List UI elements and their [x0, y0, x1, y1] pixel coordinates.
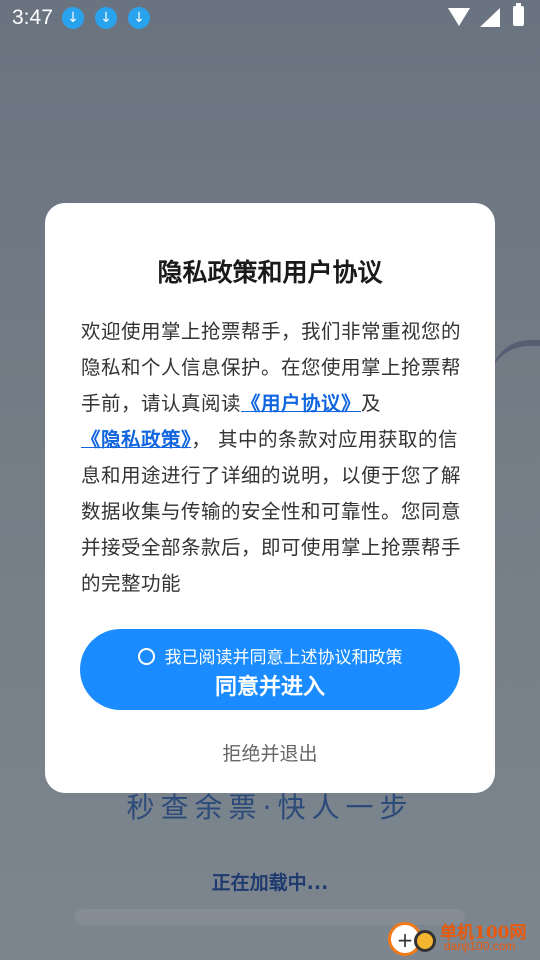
cellular-signal-icon — [480, 8, 500, 27]
site-watermark: + 单机100网 danji100.com — [388, 918, 538, 958]
watermark-brand-en: danji100.com — [444, 939, 516, 953]
dialog-title: 隐私政策和用户协议 — [157, 258, 383, 287]
status-time: 3:47 — [12, 6, 53, 29]
watermark-logo-dot-icon — [414, 930, 436, 952]
body-text-and: 及 — [361, 392, 382, 415]
user-agreement-link[interactable]: 《用户协议》 — [241, 392, 361, 415]
loading-text: 正在加载中... — [211, 872, 329, 894]
wifi-icon — [448, 8, 470, 26]
battery-charging-icon — [513, 3, 524, 26]
plane-illustration — [490, 340, 540, 386]
download-notification-icon: ↓ — [95, 7, 117, 29]
agree-button-label: 同意并进入 — [214, 675, 325, 700]
download-notification-icon: ↓ — [128, 7, 150, 29]
reject-and-exit-button[interactable]: 拒绝并退出 — [45, 739, 495, 766]
status-bar: 3:47 ↓ ↓ ↓ — [0, 0, 540, 36]
agree-checkbox-label: 我已阅读并同意上述协议和政策 — [164, 648, 403, 668]
privacy-dialog: 隐私政策和用户协议 欢迎使用掌上抢票帮手，我们非常重视您的隐私和个人信息保护。在… — [45, 203, 495, 793]
body-text-terms: ， 其中的条款对应用获取的信息和用途进行了详细的说明，以便于您了解数据收集与传输… — [81, 428, 462, 595]
agree-and-enter-button[interactable]: 我已阅读并同意上述协议和政策 同意并进入 — [80, 629, 460, 710]
agree-radio-icon[interactable] — [137, 648, 155, 665]
download-notification-icon: ↓ — [62, 7, 84, 29]
agree-checkbox-row[interactable]: 我已阅读并同意上述协议和政策 — [80, 643, 460, 668]
dialog-body: 欢迎使用掌上抢票帮手，我们非常重视您的隐私和个人信息保护。在您使用掌上抢票帮手前… — [81, 314, 461, 602]
privacy-policy-link[interactable]: 《隐私政策》 — [81, 428, 191, 451]
